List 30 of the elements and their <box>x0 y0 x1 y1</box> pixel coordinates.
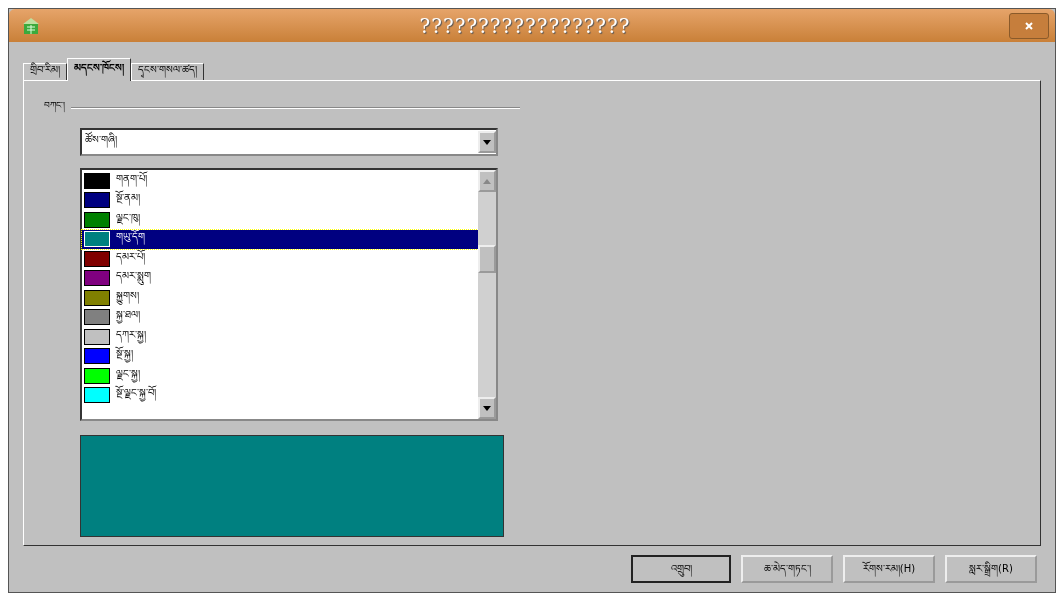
dialog-button[interactable]: འགྲུབ། <box>631 555 731 583</box>
color-list-item[interactable]: གནག་པོ། <box>82 171 478 191</box>
scroll-up-icon <box>483 178 491 184</box>
close-icon <box>1024 20 1034 31</box>
scroll-thumb[interactable] <box>478 244 496 273</box>
color-list-item[interactable]: དམར་པོ། <box>82 249 478 269</box>
color-list-item[interactable]: ལྗང་ཁུ། <box>82 210 478 230</box>
group-label: བཀང་། <box>44 99 65 114</box>
dropdown[interactable]: ཚོས་གཞི། <box>80 128 498 156</box>
scroll-down-icon <box>483 405 491 411</box>
color-list-item[interactable]: དཀར་སྐྱ། <box>82 327 478 347</box>
color-list-item[interactable]: དམར་སྨུག <box>82 268 478 288</box>
color-list-item[interactable]: སྐྱུགས། <box>82 288 478 308</box>
window-title: ?????????????????? <box>418 13 632 38</box>
color-list-item[interactable]: ལྗང་སྐྱ། <box>82 366 478 386</box>
dialog-button[interactable]: ཆ་མེད་གཏང་། <box>741 555 833 583</box>
tab[interactable]: གྲིབ་རིམ། <box>23 63 67 80</box>
color-list-item[interactable]: གཡུ་དོག <box>82 229 478 249</box>
dialog-button[interactable]: རོགས་རམ།(H) <box>843 555 935 583</box>
color-list-item[interactable]: སྐྱ་ཐལ། <box>82 307 478 327</box>
app-icon <box>21 16 41 35</box>
color-list-item[interactable]: སྔོ་སྐྱ། <box>82 346 478 366</box>
scrollbar[interactable] <box>478 170 496 419</box>
tab[interactable]: མདངས་ཁོངས། <box>67 58 131 81</box>
color-list-item[interactable]: སྔོ་ནམ། <box>82 190 478 210</box>
tab[interactable]: དྭངས་གསལ་ཚད། <box>131 63 204 80</box>
caret-icon <box>483 139 491 145</box>
color-list-item[interactable]: སྔོ་ལྗང་སྐྱ་བོ། <box>82 385 478 405</box>
dialog-button[interactable]: སླར་སྒྲིག(R) <box>945 555 1037 583</box>
close-button[interactable] <box>1009 12 1049 39</box>
